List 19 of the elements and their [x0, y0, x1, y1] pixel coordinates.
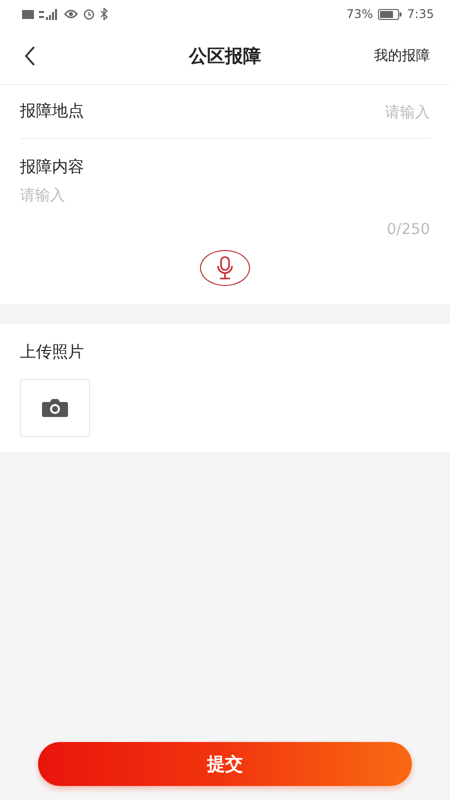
voice-input-button[interactable] — [200, 250, 250, 286]
alarm-icon — [83, 8, 95, 20]
eye-icon — [64, 9, 78, 19]
character-counter: 0/250 — [386, 220, 430, 238]
battery-icon — [378, 8, 402, 20]
section-label: 上传照片 — [20, 342, 84, 363]
battery-percent: 73% — [346, 7, 374, 21]
add-photo-button[interactable] — [20, 379, 90, 437]
signal-icon — [39, 8, 59, 20]
submit-button[interactable]: 提交 — [38, 742, 412, 786]
clock-time: 7:35 — [407, 7, 434, 21]
chevron-left-icon — [24, 46, 36, 66]
field-label: 报障内容 — [20, 157, 85, 178]
page-title: 公区报障 — [189, 45, 261, 68]
microphone-icon — [216, 256, 234, 280]
camera-icon — [42, 398, 68, 418]
bluetooth-icon — [100, 8, 109, 20]
my-reports-link[interactable]: 我的报障 — [374, 47, 430, 65]
field-label: 报障地点 — [20, 101, 84, 122]
